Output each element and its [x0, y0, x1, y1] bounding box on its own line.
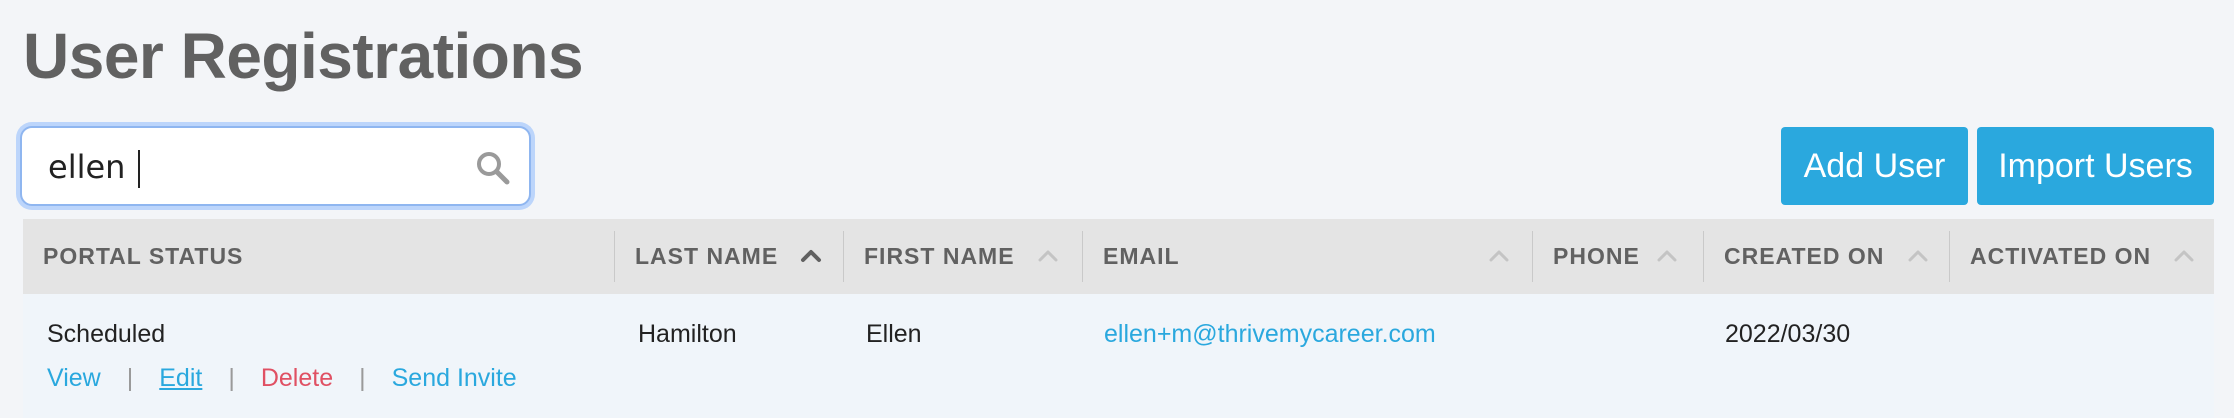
last-name-cell: Hamilton [638, 320, 737, 348]
column-header-label: PORTAL STATUS [43, 243, 244, 269]
column-header-label: LAST NAME [635, 243, 779, 269]
column-header-label: CREATED ON [1724, 243, 1885, 269]
view-link[interactable]: View [47, 364, 101, 393]
chevron-up-icon[interactable] [1656, 245, 1678, 267]
column-header-created-on[interactable]: CREATED ON [1704, 219, 1949, 294]
delete-link[interactable]: Delete [261, 364, 333, 393]
chevron-up-icon[interactable] [1037, 245, 1059, 267]
import-users-button[interactable]: Import Users [1977, 127, 2214, 205]
text-cursor [138, 150, 140, 188]
column-header-email[interactable]: EMAIL [1083, 219, 1532, 294]
edit-link[interactable]: Edit [159, 364, 202, 393]
portal-status-cell: Scheduled [47, 320, 166, 348]
column-header-activated-on[interactable]: ACTIVATED ON [1950, 219, 2214, 294]
search-box[interactable] [20, 126, 531, 206]
action-separator: | [359, 364, 366, 392]
column-header-label: FIRST NAME [864, 243, 1015, 269]
page-title: User Registrations [23, 20, 584, 92]
email-link[interactable]: ellen+m@thrivemycareer.com [1104, 320, 1436, 349]
column-header-first-name[interactable]: FIRST NAME [844, 219, 1082, 294]
table-header: PORTAL STATUS LAST NAME FIRST NAME EMAIL… [23, 219, 2214, 294]
first-name-cell: Ellen [866, 320, 922, 348]
created-on-cell: 2022/03/30 [1725, 320, 1851, 348]
row-actions: View | Edit | Delete | Send Invite [47, 364, 517, 393]
page: User Registrations Add User Import Users… [0, 0, 2234, 418]
column-header-label: PHONE [1553, 243, 1640, 269]
action-separator: | [228, 364, 235, 392]
search-input[interactable] [48, 138, 468, 196]
action-separator: | [126, 364, 134, 392]
column-header-portal-status: PORTAL STATUS [23, 219, 614, 294]
column-header-phone[interactable]: PHONE [1533, 219, 1703, 294]
chevron-up-icon[interactable] [1488, 245, 1510, 267]
add-user-button[interactable]: Add User [1781, 127, 1968, 205]
column-header-label: ACTIVATED ON [1970, 243, 2152, 269]
send-invite-link[interactable]: Send Invite [392, 364, 517, 393]
chevron-up-icon[interactable] [1907, 245, 1929, 267]
chevron-up-icon[interactable] [2173, 245, 2195, 267]
column-header-last-name[interactable]: LAST NAME [615, 219, 843, 294]
sort-ascending-icon[interactable] [800, 245, 822, 267]
column-header-label: EMAIL [1103, 243, 1180, 269]
table-row: Scheduled Hamilton Ellen ellen+m@thrivem… [23, 294, 2214, 418]
search-icon[interactable] [475, 150, 511, 186]
